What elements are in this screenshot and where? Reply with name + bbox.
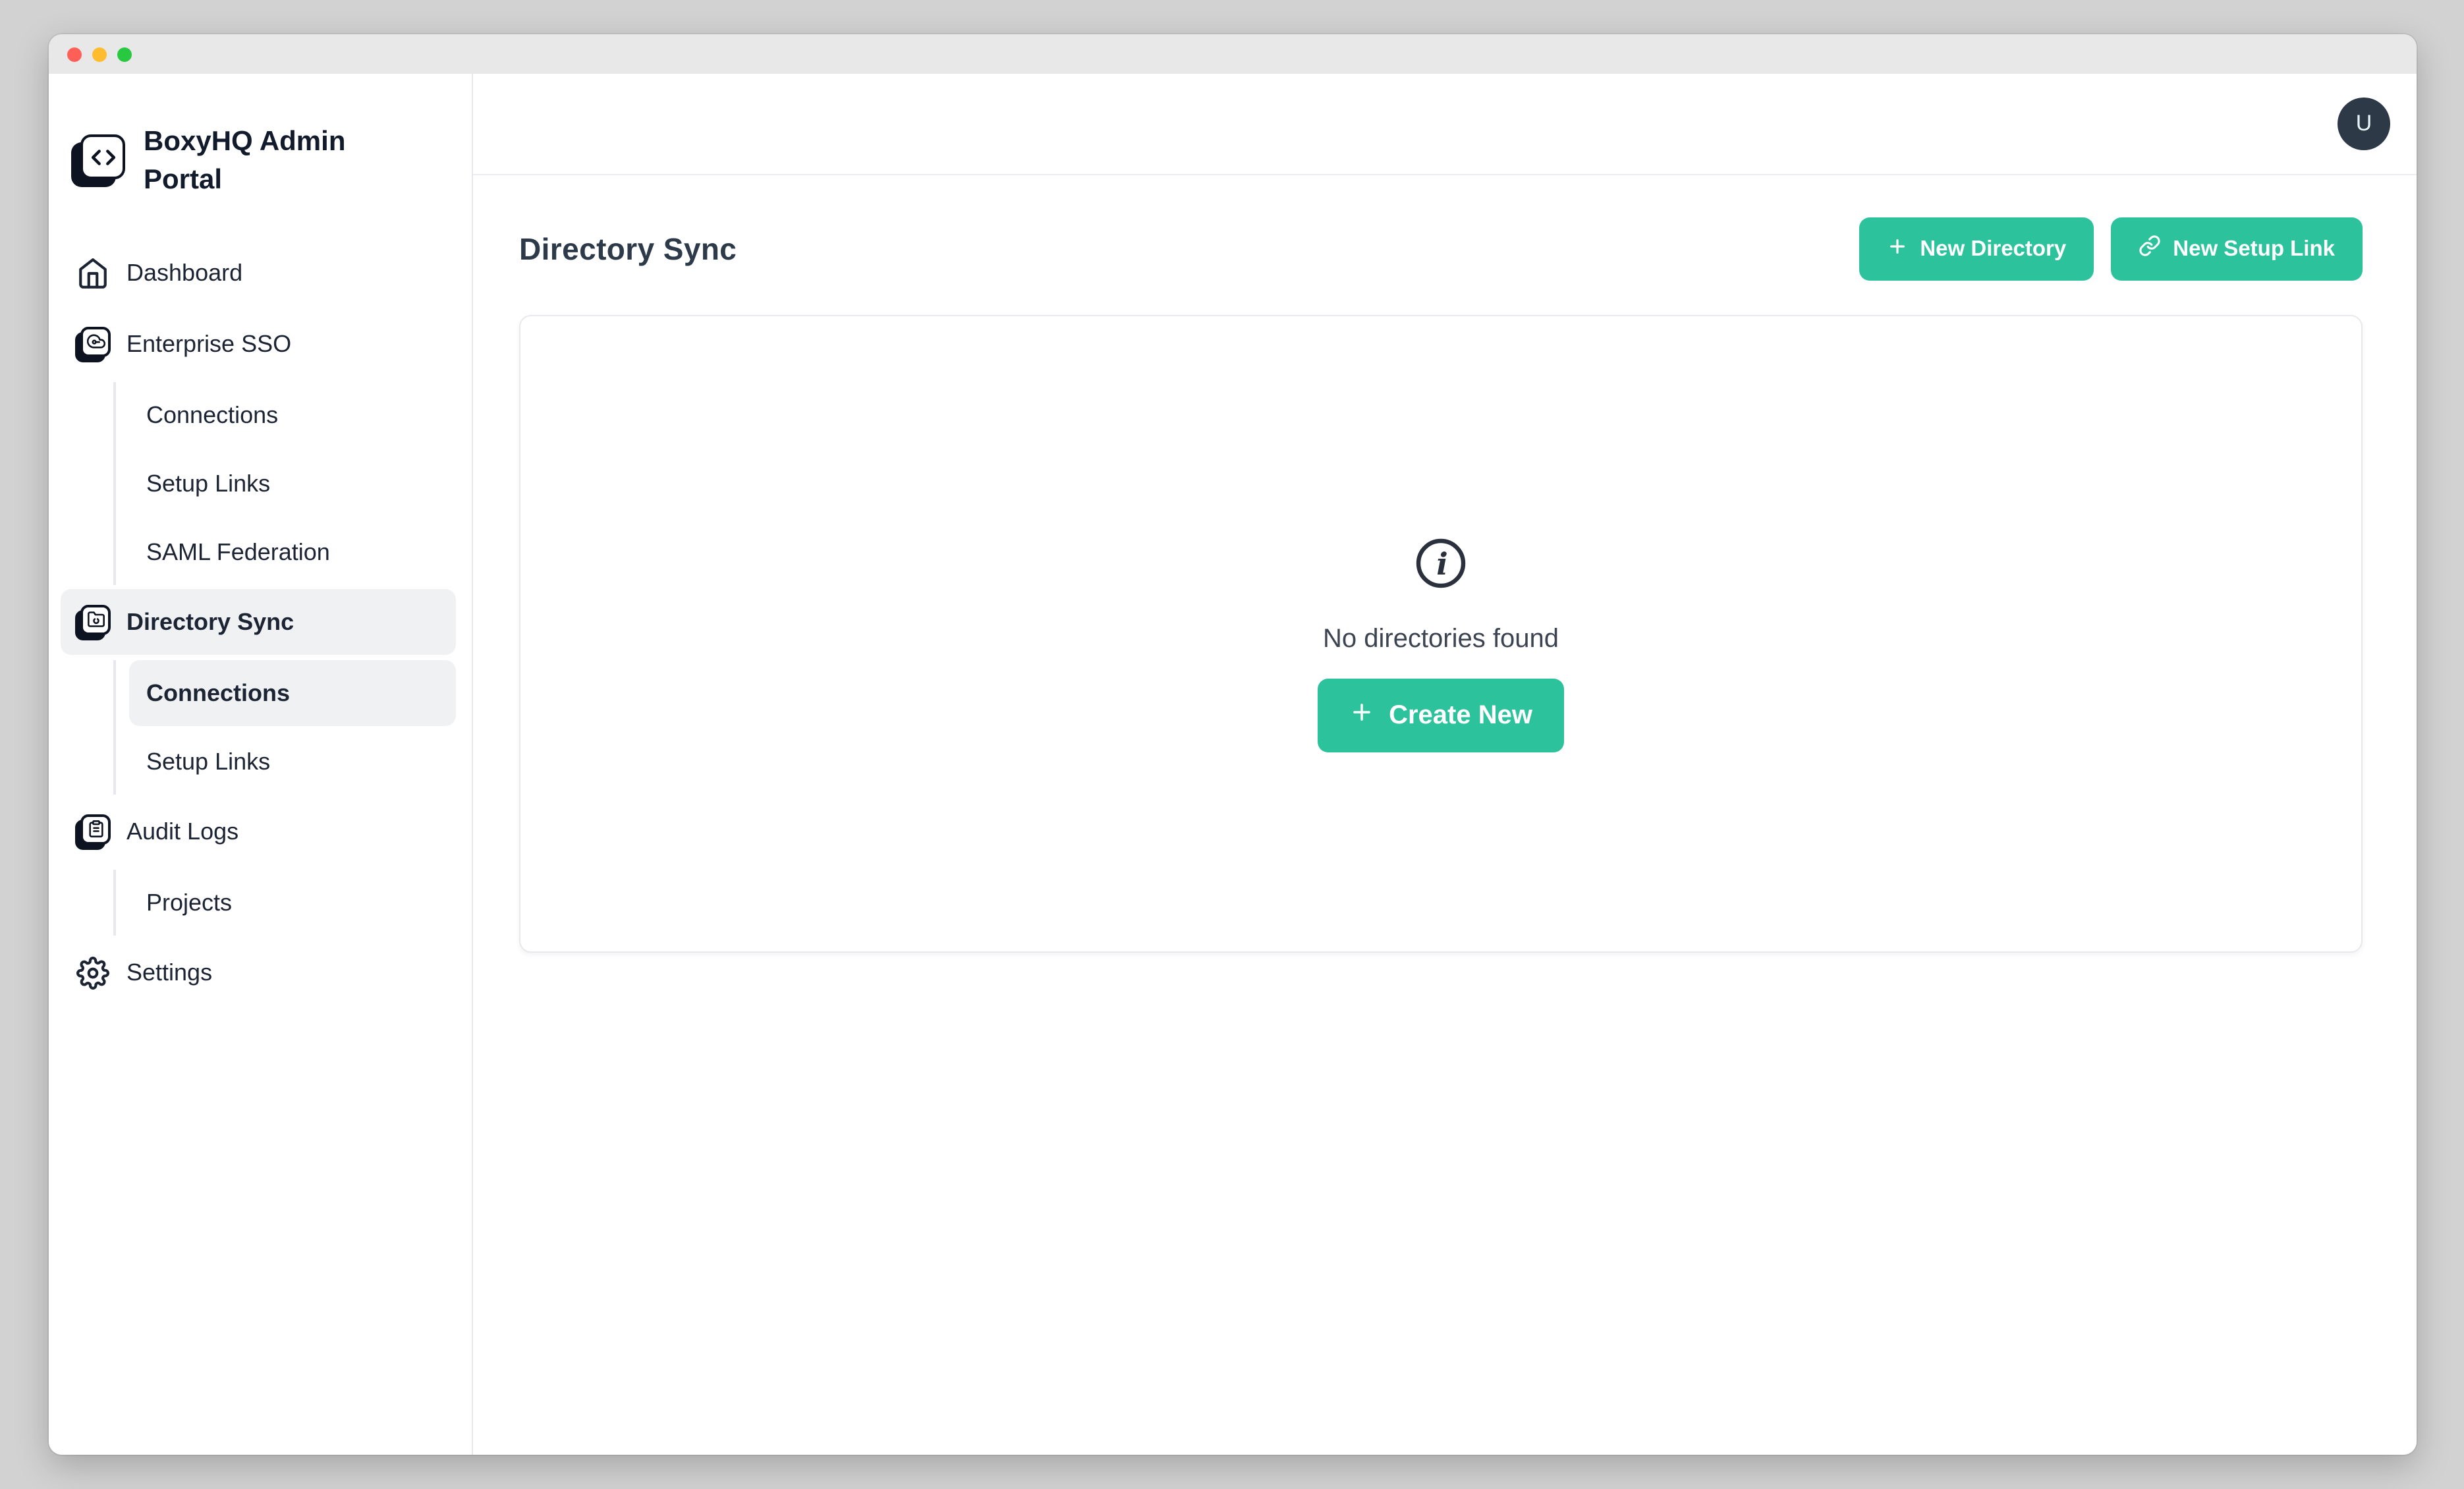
- sidebar-subitem-saml-federation[interactable]: SAML Federation: [129, 519, 456, 585]
- page-header: Directory Sync New Directory: [519, 217, 2363, 281]
- plus-icon: [1349, 699, 1374, 732]
- sidebar-item-label: Directory Sync: [126, 608, 294, 636]
- sidebar-item-enterprise-sso[interactable]: Enterprise SSO: [61, 311, 456, 377]
- sidebar-item-directory-sync[interactable]: Directory Sync: [61, 589, 456, 655]
- folder-sync-badge-icon: [75, 604, 111, 640]
- sidebar-item-settings[interactable]: Settings: [61, 940, 456, 1005]
- avatar-letter: U: [2356, 111, 2372, 137]
- sidebar-item-audit-logs[interactable]: Audit Logs: [61, 799, 456, 864]
- close-window-button[interactable]: [67, 47, 82, 61]
- minimize-window-button[interactable]: [92, 47, 107, 61]
- button-label: New Setup Link: [2173, 237, 2335, 262]
- top-navbar: U: [473, 74, 2417, 175]
- sub-item-label: Connections: [146, 679, 290, 707]
- sidebar-subitem-dsync-setup-links[interactable]: Setup Links: [129, 729, 456, 795]
- button-label: New Directory: [1920, 237, 2066, 262]
- svg-text:i: i: [1436, 546, 1447, 582]
- enterprise-sso-subgroup: Connections Setup Links SAML Federation: [113, 382, 472, 585]
- sidebar-subitem-sso-setup-links[interactable]: Setup Links: [129, 451, 456, 517]
- button-label: Create New: [1389, 700, 1532, 731]
- sidebar-item-label: Audit Logs: [126, 818, 238, 845]
- sidebar-subitem-dsync-connections[interactable]: Connections: [129, 660, 456, 726]
- sidebar-item-label: Dashboard: [126, 259, 242, 287]
- link-icon: [2139, 235, 2161, 264]
- page-actions: New Directory New Setup Link: [1859, 217, 2363, 281]
- plus-icon: [1887, 235, 1908, 263]
- sub-item-label: SAML Federation: [146, 538, 330, 566]
- desktop-background: BoxyHQ Admin Portal Dashboard: [0, 0, 2464, 1489]
- new-directory-button[interactable]: New Directory: [1859, 217, 2094, 281]
- page-title: Directory Sync: [519, 231, 737, 267]
- sidebar-nav: Dashboard Enterprise SSO Co: [49, 240, 472, 1005]
- window-titlebar: [49, 34, 2417, 74]
- avatar[interactable]: U: [2338, 98, 2390, 150]
- home-icon: [75, 255, 111, 291]
- audit-logs-subgroup: Projects: [113, 870, 472, 936]
- sub-item-label: Projects: [146, 889, 232, 916]
- brand: BoxyHQ Admin Portal: [71, 123, 374, 199]
- clipboard-badge-icon: [75, 814, 111, 849]
- sidebar-item-label: Settings: [126, 959, 212, 986]
- sidebar-subitem-projects[interactable]: Projects: [129, 870, 456, 936]
- empty-state-message: No directories found: [1323, 625, 1559, 655]
- sidebar-subitem-sso-connections[interactable]: Connections: [129, 382, 456, 448]
- cloud-key-badge-icon: [75, 326, 111, 362]
- sidebar-item-dashboard[interactable]: Dashboard: [61, 240, 456, 306]
- directories-empty-card: i No directories found Create New: [519, 315, 2363, 953]
- zoom-window-button[interactable]: [117, 47, 132, 61]
- brand-title: BoxyHQ Admin Portal: [144, 123, 354, 199]
- sub-item-label: Setup Links: [146, 748, 270, 775]
- sub-item-label: Connections: [146, 401, 278, 429]
- info-icon: i: [1414, 536, 1468, 597]
- directory-sync-subgroup: Connections Setup Links: [113, 660, 472, 795]
- code-badge-icon: [71, 134, 125, 187]
- gear-icon: [75, 955, 111, 990]
- main-area: U Directory Sync New Directory: [473, 74, 2417, 1455]
- sidebar-item-label: Enterprise SSO: [126, 330, 291, 358]
- new-setup-link-button[interactable]: New Setup Link: [2111, 217, 2363, 281]
- create-new-button[interactable]: Create New: [1318, 679, 1564, 752]
- app-window: BoxyHQ Admin Portal Dashboard: [49, 34, 2417, 1455]
- page-content: Directory Sync New Directory: [473, 175, 2417, 953]
- sidebar: BoxyHQ Admin Portal Dashboard: [49, 74, 473, 1455]
- sub-item-label: Setup Links: [146, 470, 270, 497]
